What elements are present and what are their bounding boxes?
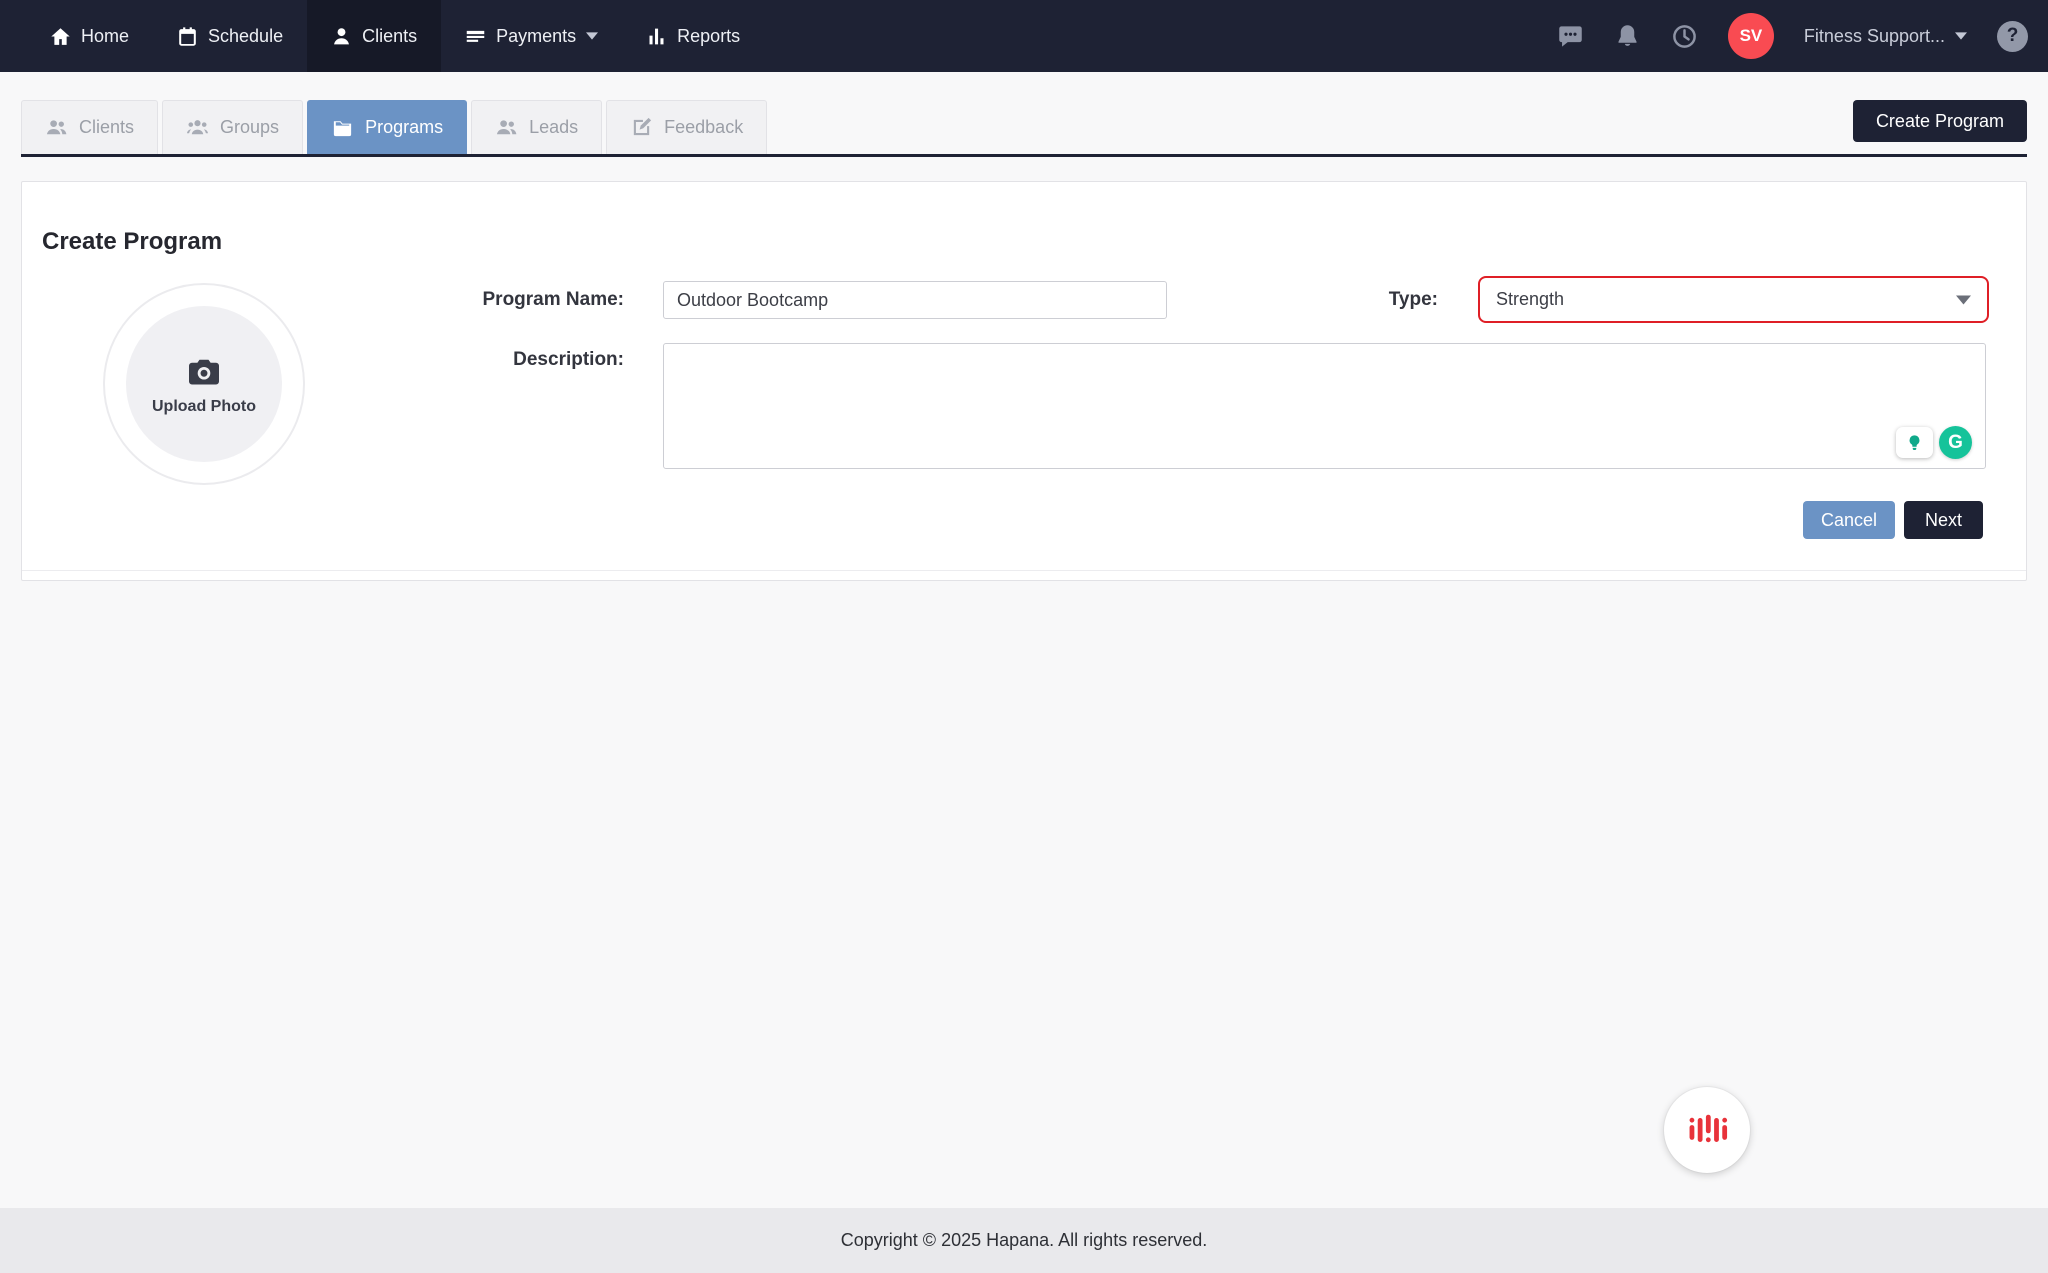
tab-strip-underline [21,154,2027,157]
help-glyph: ? [2007,25,2019,47]
nav-item-schedule[interactable]: Schedule [153,0,307,72]
next-button[interactable]: Next [1904,501,1983,539]
tab-programs-label: Programs [365,117,443,138]
nav-item-home[interactable]: Home [26,0,153,72]
caret-down-icon [586,32,598,40]
top-navbar: Home Schedule Clients Payments [0,0,2048,72]
card-bottom-divider [22,570,2026,571]
tab-groups-label: Groups [220,117,279,138]
tab-feedback[interactable]: Feedback [606,100,767,154]
tab-clients-label: Clients [79,117,134,138]
bell-icon[interactable] [1614,23,1641,50]
hapana-logo-icon [1683,1106,1731,1154]
reports-icon [646,26,667,47]
program-name-input[interactable] [663,281,1167,319]
description-field-wrap: G [663,343,1986,469]
description-label: Description: [374,349,624,371]
support-launcher-button[interactable] [1664,1087,1750,1173]
create-program-card: Create Program Upload Photo Program Name… [21,181,2027,581]
groups-tab-icon [186,116,209,139]
clock-icon[interactable] [1671,23,1698,50]
account-name: Fitness Support... [1804,26,1945,47]
nav-item-reports[interactable]: Reports [622,0,764,72]
nav-menu: Home Schedule Clients Payments [0,0,764,72]
type-selected-value: Strength [1496,289,1564,310]
tab-clients[interactable]: Clients [21,100,158,154]
nav-schedule-label: Schedule [208,26,283,47]
page-title: Create Program [42,228,222,256]
programs-tab-icon [331,116,354,139]
program-name-label: Program Name: [374,281,624,319]
type-label: Type: [1288,276,1438,323]
tab-strip: Clients Groups Programs Leads [0,100,2048,154]
help-icon[interactable]: ? [1997,21,2028,52]
tab-programs[interactable]: Programs [307,100,467,154]
grammarly-icon[interactable]: G [1939,426,1972,459]
caret-down-icon [1955,32,1967,40]
copyright-text: Copyright © 2025 Hapana. All rights rese… [841,1230,1207,1251]
chevron-down-icon [1956,295,1971,305]
clients-tab-icon [45,116,68,139]
screen: Home Schedule Clients Payments [0,0,2048,1273]
tab-groups[interactable]: Groups [162,100,303,154]
payments-icon [465,26,486,47]
nav-item-clients[interactable]: Clients [307,0,441,72]
nav-clients-label: Clients [362,26,417,47]
calendar-icon [177,26,198,47]
home-icon [50,26,71,47]
nav-item-payments[interactable]: Payments [441,0,622,72]
avatar[interactable]: SV [1728,13,1774,59]
tab-leads-label: Leads [529,117,578,138]
upload-photo-button[interactable]: Upload Photo [103,283,305,485]
grammarly-glyph: G [1948,432,1963,454]
tab-leads[interactable]: Leads [471,100,602,154]
chat-icon[interactable] [1557,23,1584,50]
description-textarea[interactable] [663,343,1986,469]
nav-reports-label: Reports [677,26,740,47]
upload-photo-inner: Upload Photo [126,306,282,462]
camera-icon [186,353,222,389]
account-menu[interactable]: Fitness Support... [1804,26,1967,47]
upload-photo-label: Upload Photo [152,398,256,416]
person-icon [331,26,352,47]
suggestion-icon[interactable] [1896,427,1933,458]
tabs: Clients Groups Programs Leads [21,100,767,154]
leads-tab-icon [495,116,518,139]
tab-feedback-label: Feedback [664,117,743,138]
cancel-button[interactable]: Cancel [1803,501,1895,539]
footer: Copyright © 2025 Hapana. All rights rese… [0,1208,2048,1273]
writing-assistant-icons: G [1896,426,1972,459]
nav-utilities: SV Fitness Support... ? [1557,0,2048,72]
nav-payments-label: Payments [496,26,576,47]
form-actions: Cancel Next [1803,501,1983,539]
avatar-initials: SV [1740,26,1763,46]
feedback-tab-icon [630,116,653,139]
create-program-button[interactable]: Create Program [1853,100,2027,142]
type-select[interactable]: Strength [1478,276,1989,323]
nav-home-label: Home [81,26,129,47]
